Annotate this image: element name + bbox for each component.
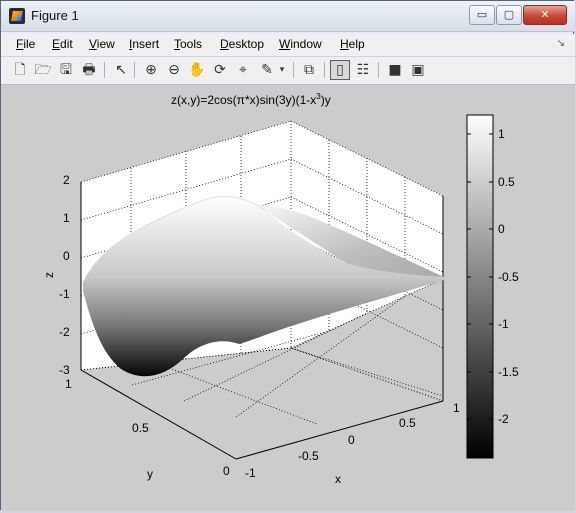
z-axis-label: z [42,272,56,278]
z-tick-label: 0 [63,249,70,263]
x-tick-label: 0 [348,433,355,447]
colorbar-tick-label: -1.5 [498,365,519,379]
y-axis: 1 0.5 0 y [65,377,230,481]
y-tick-label: 0 [223,464,230,478]
colorbar-gradient [466,114,494,459]
colorbar-tick-label: -0.5 [498,270,519,284]
colorbar-tick-label: 0.5 [498,175,515,189]
x-tick-label: -0.5 [298,449,319,463]
colorbar-tick-label: 0 [498,222,505,236]
z-tick-label: -3 [59,363,70,377]
figure-window: Figure 1 ▭ ▢ ✕ File Edit View Insert Too… [0,0,576,513]
surface-plot[interactable]: 2 1 0 -1 -2 -3 z 1 0.5 0 y -1 -0.5 0 0.5… [1,1,576,513]
y-tick-label: 1 [65,377,72,391]
x-axis: -1 -0.5 0 0.5 1 x [245,401,460,486]
x-axis-label: x [335,472,341,486]
colorbar[interactable]: 1 0.5 0 -0.5 -1 -1.5 -2 [466,114,519,459]
y-tick-label: 0.5 [132,421,149,435]
y-axis-label: y [147,467,153,481]
colorbar-tick-label: 1 [498,127,505,141]
colorbar-tick-label: -1 [498,317,509,331]
z-tick-label: -2 [59,325,70,339]
z-axis: 2 1 0 -1 -2 -3 z [42,173,70,377]
z-tick-label: 1 [63,211,70,225]
x-tick-label: 1 [453,401,460,415]
z-tick-label: -1 [59,287,70,301]
x-tick-label: -1 [245,466,256,480]
colorbar-tick-label: -2 [498,412,509,426]
z-tick-label: 2 [63,173,70,187]
x-tick-label: 0.5 [399,416,416,430]
